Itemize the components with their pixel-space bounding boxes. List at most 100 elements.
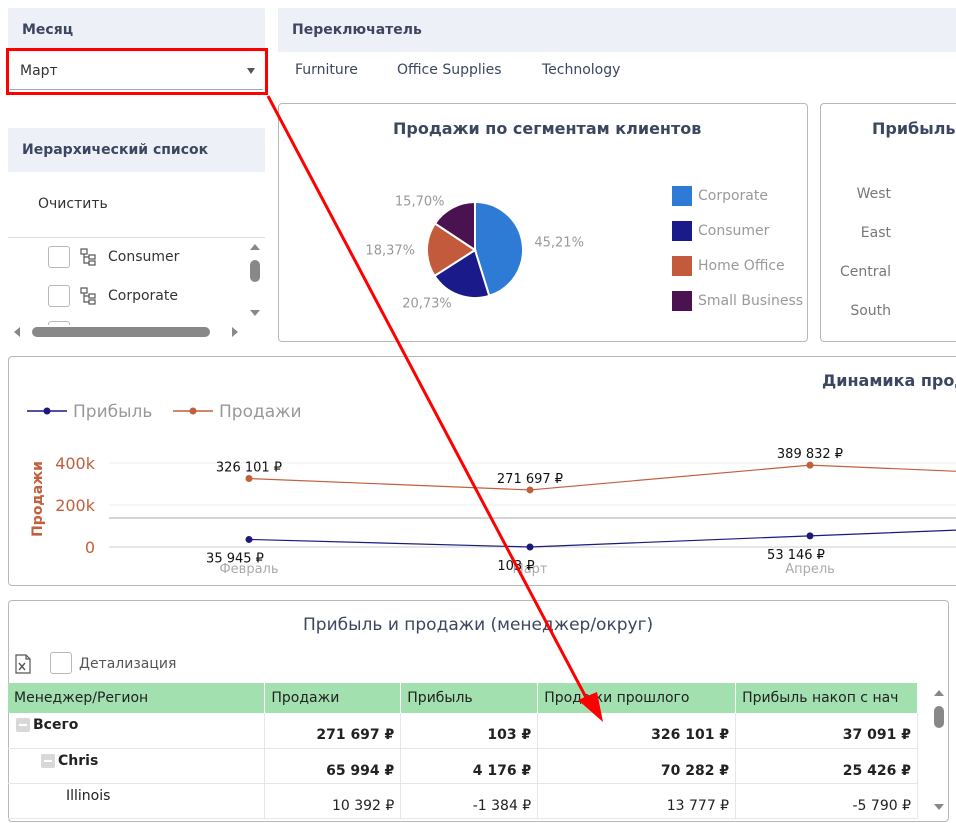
data-point[interactable] — [245, 475, 253, 483]
table-cell: 70 282 ₽ — [537, 748, 737, 784]
bar-chart-title: Прибыль — [872, 119, 956, 138]
detail-checkbox[interactable] — [50, 652, 72, 674]
table-cell: 4 176 ₽ — [400, 748, 539, 784]
bar-category-label: West — [856, 186, 891, 202]
data-label: 103 ₽ — [497, 559, 534, 574]
data-point[interactable] — [806, 532, 814, 540]
legend-swatch[interactable] — [672, 256, 692, 276]
hierarchy-icon — [80, 248, 96, 266]
legend-swatch[interactable] — [672, 291, 692, 311]
legend-swatch[interactable] — [672, 186, 692, 206]
legend-swatch[interactable] — [672, 221, 692, 241]
table-title: Прибыль и продажи (менеджер/округ) — [303, 615, 654, 635]
scroll-down-icon — [934, 804, 944, 810]
pie-data-label: 18,37% — [365, 244, 415, 259]
legend-label[interactable]: Corporate — [698, 188, 768, 204]
legend-label[interactable]: Home Office — [698, 258, 785, 274]
data-label: 326 101 ₽ — [216, 461, 282, 476]
hierarchy-title: Иерархический список — [22, 142, 209, 158]
month-filter-title: Месяц — [22, 22, 74, 38]
series-line[interactable] — [248, 464, 956, 491]
bar-category-label: East — [860, 225, 891, 241]
table-row[interactable]: Всего 271 697 ₽ 103 ₽ 326 101 ₽ 37 091 ₽ — [8, 713, 918, 749]
scroll-left-icon — [14, 327, 20, 337]
y-tick-label: 200k — [55, 496, 96, 515]
table-cell: 65 994 ₽ — [264, 748, 402, 784]
table-cell: 37 091 ₽ — [735, 713, 918, 749]
legend-label[interactable]: Small Business — [698, 293, 803, 309]
checkbox[interactable] — [48, 246, 70, 268]
column-header[interactable]: Менеджер/Регион — [8, 683, 266, 713]
row-name: Illinois — [66, 787, 111, 804]
data-table: Менеджер/Регион Продажи Прибыль Продажи … — [8, 683, 918, 819]
y-axis-label: Продажи — [30, 461, 46, 537]
vertical-scrollbar[interactable] — [247, 240, 263, 320]
pie-chart-card: Продажи по сегментам клиентов 45,21% 20,7… — [278, 103, 808, 342]
table-row[interactable]: Chris 65 994 ₽ 4 176 ₽ 70 282 ₽ 25 426 ₽ — [8, 748, 918, 784]
data-label: 271 697 ₽ — [497, 472, 563, 487]
data-label: 389 832 ₽ — [777, 447, 843, 462]
table-cell: 271 697 ₽ — [264, 713, 402, 749]
table-cell: 326 101 ₽ — [537, 713, 737, 749]
legend-marker — [43, 407, 51, 415]
table-header-row: Менеджер/Регион Продажи Прибыль Продажи … — [8, 683, 918, 713]
legend-label[interactable]: Consumer — [698, 223, 769, 239]
clear-button[interactable]: Очистить — [38, 196, 108, 212]
pie-chart: 45,21% 20,73% 18,37% 15,70% — [365, 195, 584, 312]
collapse-icon[interactable] — [41, 753, 55, 768]
legend-label[interactable]: Продажи — [219, 402, 302, 422]
pie-data-label: 20,73% — [402, 297, 452, 312]
scroll-thumb — [934, 706, 944, 728]
column-header[interactable]: Прибыль накоп с нач — [735, 683, 918, 713]
table-cell: 13 777 ₽ — [537, 783, 737, 819]
data-point[interactable] — [806, 461, 814, 469]
y-tick-label: 400k — [55, 454, 96, 473]
table-vertical-scrollbar[interactable] — [930, 686, 948, 816]
series-line[interactable] — [248, 528, 956, 548]
table-row[interactable]: Illinois 10 392 ₽ -1 384 ₽ 13 777 ₽ -5 7… — [8, 783, 918, 819]
data-point[interactable] — [245, 535, 253, 543]
table-cell: 10 392 ₽ — [264, 783, 402, 819]
row-name-cell: Illinois — [8, 783, 266, 819]
pie-data-label: 15,70% — [395, 195, 445, 210]
column-header[interactable]: Продажи — [264, 683, 402, 713]
list-item-label: Corporate — [108, 288, 178, 304]
data-label: 35 945 ₽ — [206, 551, 264, 566]
data-label: 53 146 ₽ — [767, 548, 825, 563]
pie-chart-title: Продажи по сегментам клиентов — [393, 119, 702, 138]
month-filter-header: Месяц — [8, 8, 265, 52]
detail-label: Детализация — [79, 656, 177, 672]
tab-furniture[interactable]: Furniture — [295, 62, 358, 78]
table-cell: -1 384 ₽ — [400, 783, 539, 819]
table-cell: 25 426 ₽ — [735, 748, 918, 784]
list-item[interactable]: Consumer — [48, 245, 179, 269]
divider — [8, 237, 265, 238]
line-chart: Прибыль ПродажиПродажи 400k200k0Февраль Мар… — [27, 402, 956, 577]
checkbox[interactable] — [48, 285, 70, 307]
row-name: Всего — [33, 717, 79, 733]
column-header[interactable]: Прибыль — [400, 683, 539, 713]
switch-title: Переключатель — [292, 22, 422, 38]
list-item[interactable]: Corporate — [48, 284, 178, 308]
hierarchy-icon — [80, 287, 96, 305]
scroll-thumb — [250, 260, 260, 282]
collapse-icon[interactable] — [16, 718, 30, 732]
scroll-right-icon — [232, 327, 238, 337]
row-name-cell: Chris — [8, 748, 266, 784]
bar-category-label: Central — [840, 264, 891, 280]
data-point[interactable] — [526, 486, 534, 494]
scroll-up-icon — [934, 690, 944, 696]
y-tick-label: 0 — [85, 538, 95, 557]
horizontal-scrollbar[interactable] — [10, 324, 244, 340]
bar-category-label: South — [850, 303, 891, 319]
excel-export-icon[interactable] — [14, 654, 32, 674]
tab-office-supplies[interactable]: Office Supplies — [397, 62, 502, 78]
data-point[interactable] — [526, 543, 534, 551]
column-header[interactable]: Продажи прошлого — [537, 683, 737, 713]
row-name: Chris — [58, 752, 99, 769]
x-tick-label: Апрель — [785, 562, 835, 577]
legend-label[interactable]: Прибыль — [73, 402, 152, 422]
tab-technology[interactable]: Technology — [542, 62, 620, 78]
profit-bar-card: Прибыль West East Central South — [820, 103, 956, 342]
scroll-thumb — [32, 327, 210, 337]
